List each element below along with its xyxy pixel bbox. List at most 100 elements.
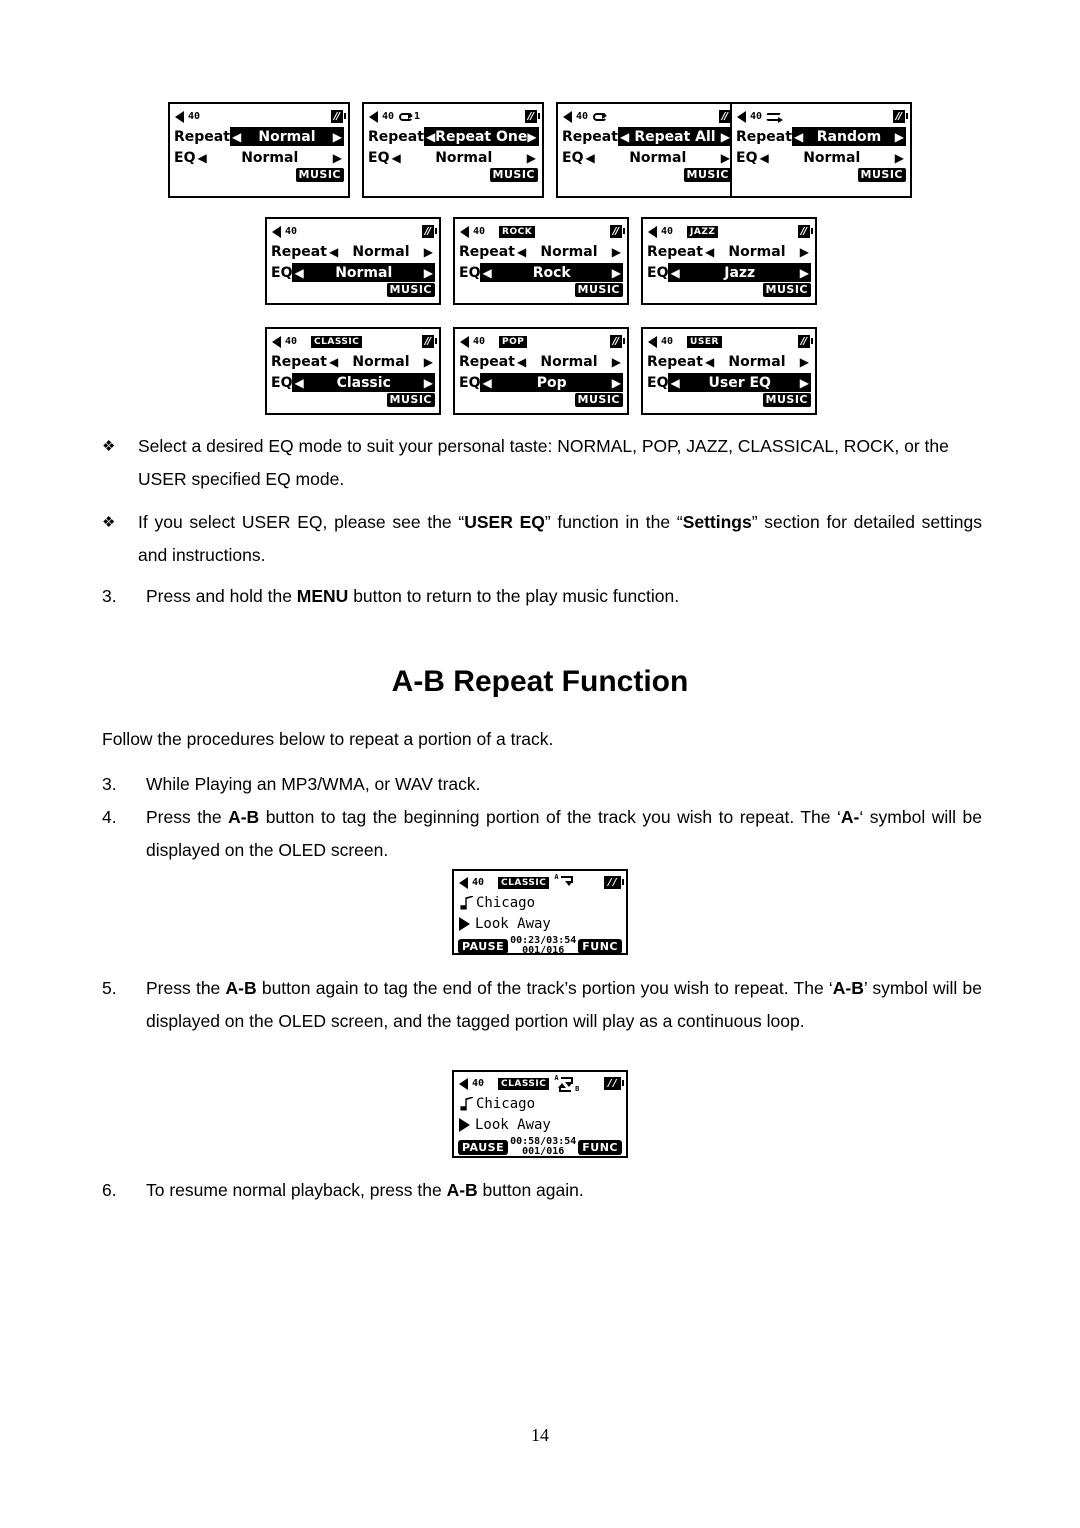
left-arrow-icon[interactable]: ◀ [329,356,338,368]
repeat-value: Normal [352,353,410,370]
left-arrow-icon[interactable]: ◀ [517,356,526,368]
repeat-label: Repeat [736,128,792,145]
right-arrow-icon[interactable]: ▶ [721,131,730,143]
eq-selector[interactable]: ◀ Normal ▶ [757,148,906,167]
speaker-icon [563,110,574,123]
repeat-selector[interactable]: ◀ Normal ▶ [703,352,811,371]
repeat-label: Repeat [562,128,618,145]
pause-button[interactable]: PAUSE [458,938,509,954]
track-counter: 001/016 [522,1146,565,1157]
right-arrow-icon[interactable]: ▶ [612,246,621,258]
right-arrow-icon[interactable]: ▶ [527,131,536,143]
left-arrow-icon[interactable]: ◀ [329,246,338,258]
player-status-bar: 40 CLASSIC A // [454,871,626,892]
left-arrow-icon[interactable]: ◀ [391,152,400,164]
eq-value: Classic [336,374,391,391]
text-fragment: If you select USER EQ, please see the “ [138,512,465,532]
left-arrow-icon[interactable]: ◀ [294,267,303,279]
player-status-bar: 40 CLASSIC A B // [454,1072,626,1093]
repeat-value: Normal [258,128,316,145]
left-arrow-icon[interactable]: ◀ [585,152,594,164]
lcd-footer: MUSIC [455,283,627,299]
right-arrow-icon[interactable]: ▶ [721,152,730,164]
left-arrow-icon[interactable]: ◀ [426,131,435,143]
func-button[interactable]: FUNC [578,938,622,954]
lcd-row-repeat: Repeat ◀ Normal ▶ [455,241,627,262]
repeat-selector[interactable]: ◀ Normal ▶ [515,352,623,371]
left-arrow-icon[interactable]: ◀ [670,267,679,279]
lcd-status-bar: 40 // [558,104,736,126]
ab-repeat-a-icon: A [553,872,579,891]
repeat-selector[interactable]: ◀ Random ▶ [791,127,906,146]
right-arrow-icon[interactable]: ▶ [800,267,809,279]
left-arrow-icon[interactable]: ◀ [670,377,679,389]
repeat-value: Random [816,128,882,145]
music-badge: MUSIC [386,283,435,297]
eq-label: EQ [459,374,481,391]
eq-selector[interactable]: ◀ User EQ ▶ [668,373,811,392]
ab-emphasis: A-B [446,1180,478,1200]
step-number: 5. [102,978,117,998]
repeat-value: Repeat All [634,128,716,145]
battery-icon: // [603,1077,625,1090]
right-arrow-icon[interactable]: ▶ [800,356,809,368]
left-arrow-icon[interactable]: ◀ [759,152,768,164]
left-arrow-icon[interactable]: ◀ [482,267,491,279]
right-arrow-icon[interactable]: ▶ [333,131,342,143]
repeat-selector[interactable]: ◀ Repeat All ▶ [617,127,732,146]
left-arrow-icon[interactable]: ◀ [197,152,206,164]
eq-selector[interactable]: ◀ Normal ▶ [583,148,732,167]
speaker-icon [737,110,748,123]
left-arrow-icon[interactable]: ◀ [705,356,714,368]
eq-selector[interactable]: ◀ Normal ▶ [292,263,435,282]
volume-value: 40 [188,110,201,122]
eq-selector[interactable]: ◀ Jazz ▶ [668,263,811,282]
left-arrow-icon[interactable]: ◀ [482,377,491,389]
right-arrow-icon[interactable]: ▶ [527,152,536,164]
left-arrow-icon[interactable]: ◀ [794,131,803,143]
lcd-status-bar: 40 1 // [364,104,542,126]
artist-name: Chicago [476,894,536,911]
repeat-selector[interactable]: ◀ Normal ▶ [327,242,435,261]
func-button[interactable]: FUNC [578,1139,622,1155]
left-arrow-icon[interactable]: ◀ [517,246,526,258]
repeat-selector[interactable]: ◀ Normal ▶ [229,127,344,146]
eq-selector[interactable]: ◀ Normal ▶ [195,148,344,167]
right-arrow-icon[interactable]: ▶ [800,246,809,258]
music-badge: MUSIC [762,283,811,297]
lcd-row-repeat: Repeat ◀ Normal ▶ [643,351,815,372]
right-arrow-icon[interactable]: ▶ [424,267,433,279]
repeat-selector[interactable]: ◀ Repeat One ▶ [423,127,539,146]
repeat-selector[interactable]: ◀ Normal ▶ [703,242,811,261]
page-number: 14 [531,1425,549,1445]
lcd-footer: MUSIC [267,283,439,299]
right-arrow-icon[interactable]: ▶ [612,377,621,389]
pause-button[interactable]: PAUSE [458,1139,509,1155]
eq-selector[interactable]: ◀ Pop ▶ [480,373,623,392]
lcd-footer: MUSIC [170,168,348,184]
left-arrow-icon[interactable]: ◀ [620,131,629,143]
left-arrow-icon[interactable]: ◀ [705,246,714,258]
left-arrow-icon[interactable]: ◀ [294,377,303,389]
play-icon [459,1117,470,1132]
right-arrow-icon[interactable]: ▶ [424,246,433,258]
ab-letter-a: A [554,872,559,881]
right-arrow-icon[interactable]: ▶ [424,377,433,389]
volume-value: 40 [661,225,674,237]
eq-selector[interactable]: ◀ Rock ▶ [480,263,623,282]
right-arrow-icon[interactable]: ▶ [895,152,904,164]
right-arrow-icon[interactable]: ▶ [333,152,342,164]
right-arrow-icon[interactable]: ▶ [895,131,904,143]
speaker-icon [369,110,380,123]
right-arrow-icon[interactable]: ▶ [612,356,621,368]
right-arrow-icon[interactable]: ▶ [612,267,621,279]
right-arrow-icon[interactable]: ▶ [424,356,433,368]
repeat-selector[interactable]: ◀ Normal ▶ [515,242,623,261]
eq-selector[interactable]: ◀ Normal ▶ [389,148,538,167]
right-arrow-icon[interactable]: ▶ [800,377,809,389]
left-arrow-icon[interactable]: ◀ [232,131,241,143]
repeat-selector[interactable]: ◀ Normal ▶ [327,352,435,371]
speaker-icon [175,110,186,123]
lcd-row-repeat: Repeat ◀ Normal ▶ [643,241,815,262]
eq-selector[interactable]: ◀ Classic ▶ [292,373,435,392]
